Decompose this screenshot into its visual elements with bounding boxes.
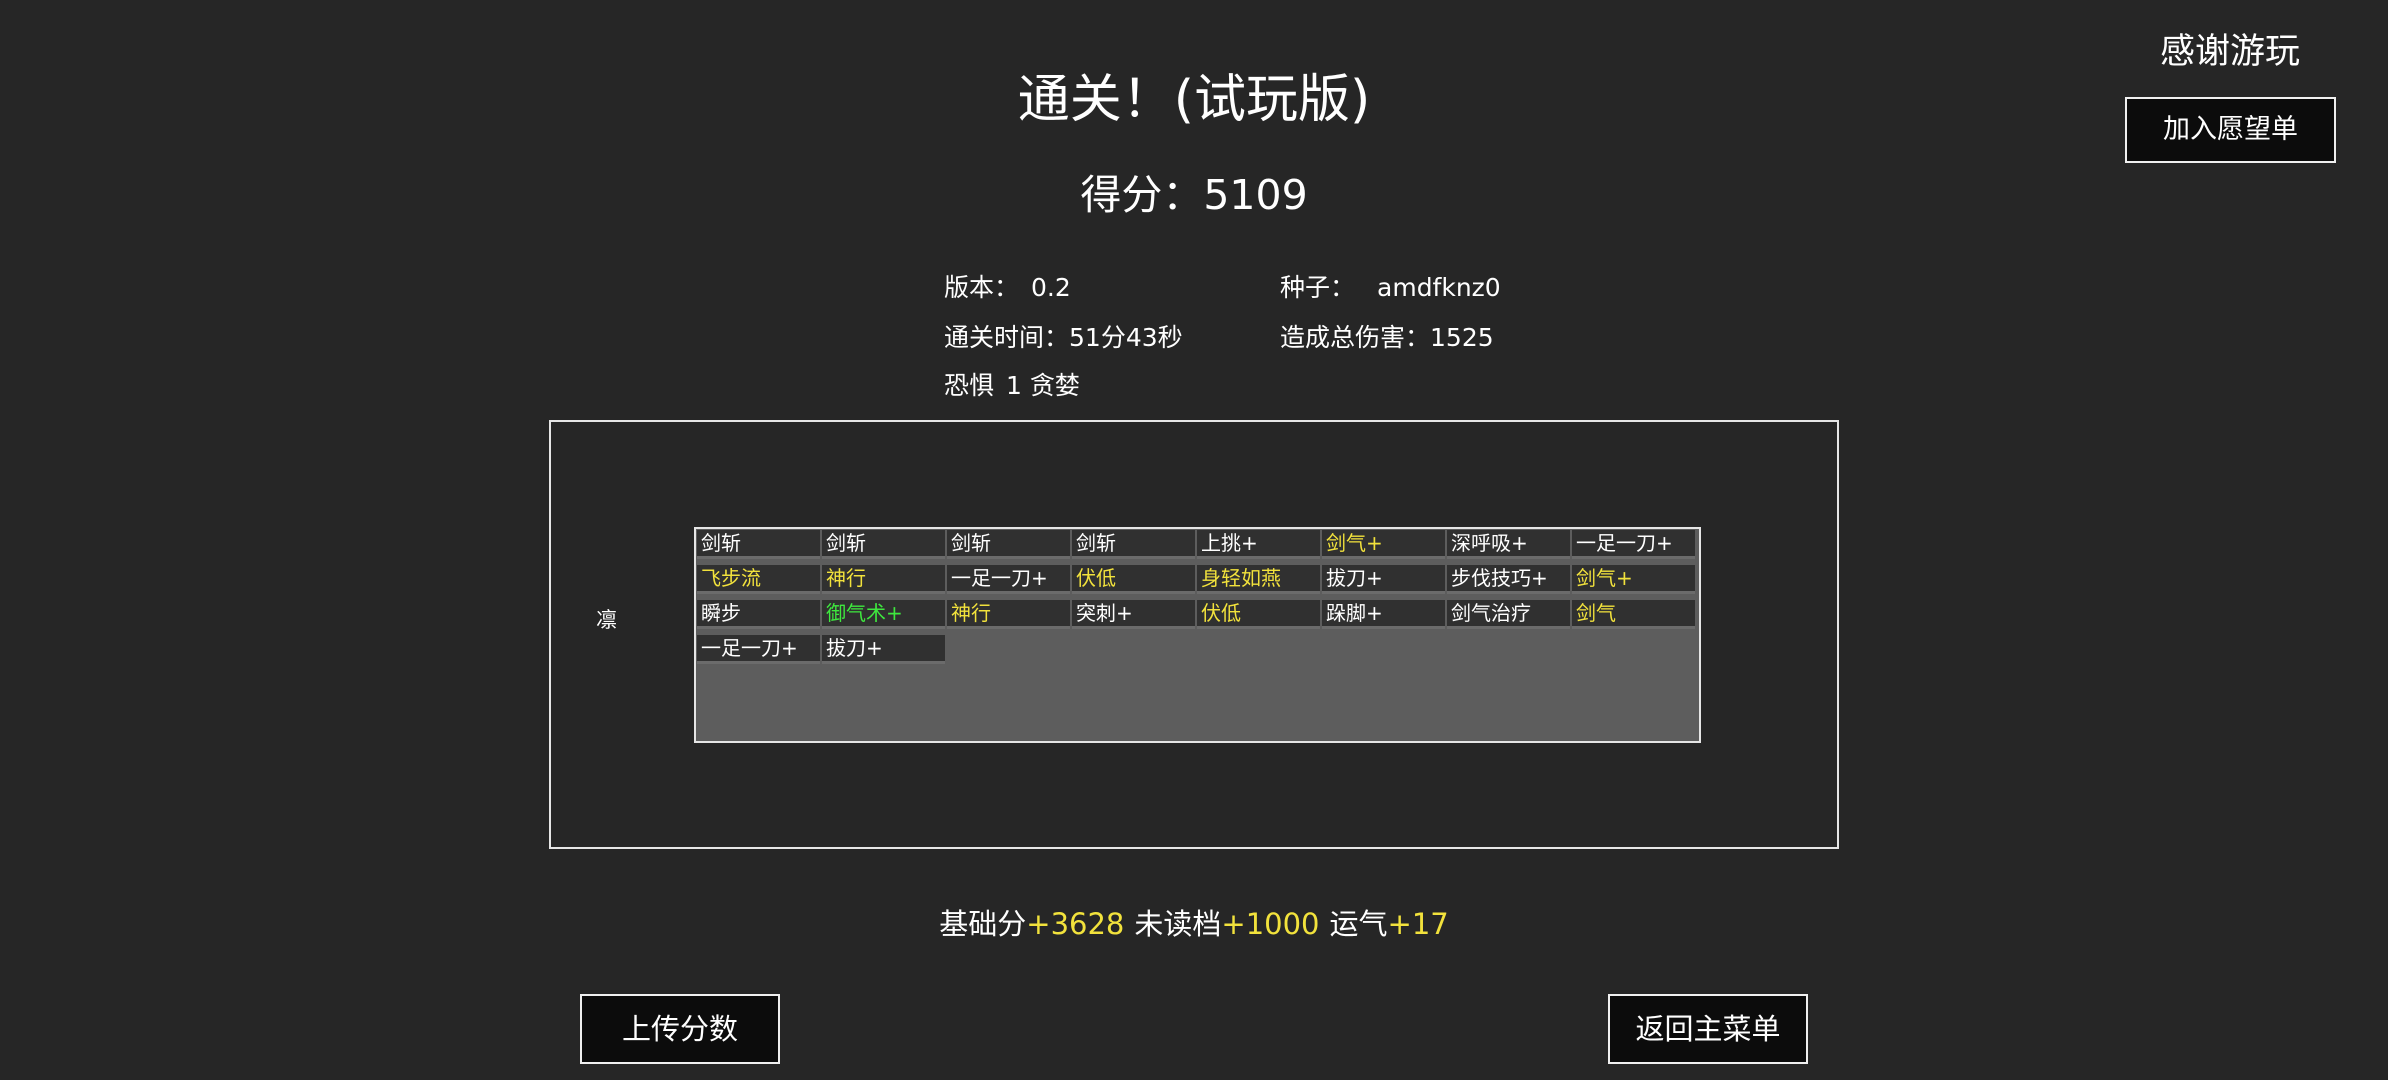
deck-card[interactable]: 御气术+: [822, 600, 945, 629]
clear-time-value: 51分43秒: [1069, 323, 1183, 352]
fear-label: 恐惧: [944, 371, 995, 400]
deck-card[interactable]: 伏低: [1197, 600, 1320, 629]
no-reload-label: 未读档: [1134, 907, 1222, 941]
base-score-value: +3628: [1026, 907, 1125, 941]
deck-card[interactable]: 剑气+: [1322, 530, 1445, 559]
deck-card[interactable]: 剑气治疗: [1447, 600, 1570, 629]
seed-value: amdfknz0: [1377, 273, 1501, 302]
add-to-wishlist-button[interactable]: 加入愿望单: [2125, 97, 2336, 163]
deck-card[interactable]: 上挑+: [1197, 530, 1320, 559]
deck-card[interactable]: 飞步流: [697, 565, 820, 594]
seed-label: 种子：: [1280, 273, 1356, 302]
score-value: 5109: [1203, 171, 1308, 219]
clear-time-label: 通关时间：: [944, 323, 1070, 352]
page-title: 通关！(试玩版): [1017, 70, 1371, 130]
deck-card[interactable]: 剑斩: [1072, 530, 1195, 559]
version-value: 0.2: [1031, 273, 1071, 302]
deck-card[interactable]: 瞬步: [697, 600, 820, 629]
deck-card[interactable]: 剑斩: [697, 530, 820, 559]
deck-card[interactable]: 剑气+: [1572, 565, 1695, 594]
deck-card-list: 剑斩 剑斩 剑斩 剑斩 上挑+ 剑气+ 深呼吸+ 一足一刀+ 飞步流 神行 一足一刀+ 伏低 身轻如燕拔…: [697, 530, 1695, 741]
deck-card[interactable]: 一足一刀+: [1572, 530, 1695, 559]
total-damage-label: 造成总伤害：: [1280, 323, 1431, 352]
deck-card-grid: 剑斩 剑斩 剑斩 剑斩 上挑+ 剑气+ 深呼吸+ 一足一刀+ 飞步流 神行 一足一刀+ 伏低 身轻如燕拔…: [694, 527, 1701, 743]
score-breakdown: 基础分+3628 未读档+1000 运气+17: [0, 900, 2388, 948]
deck-card[interactable]: 神行: [822, 565, 945, 594]
thanks-text: 感谢游玩: [2159, 32, 2300, 72]
deck-card[interactable]: 剑斩: [947, 530, 1070, 559]
seed-info: 种子： amdfknz0: [1280, 268, 1501, 308]
total-damage-info: 造成总伤害：1525: [1280, 318, 1494, 358]
version-label: 版本：: [944, 273, 1020, 302]
fear-info: 恐惧 1 贪婪: [944, 366, 1080, 406]
score-line: 得分：5109: [0, 162, 2388, 228]
deck-card[interactable]: 突刺+: [1072, 600, 1195, 629]
deck-card[interactable]: 拔刀+: [822, 635, 945, 664]
deck-card[interactable]: 神行: [947, 600, 1070, 629]
luck-value: +17: [1387, 907, 1449, 941]
return-main-menu-button[interactable]: 返回主菜单: [1608, 994, 1808, 1064]
upload-score-button[interactable]: 上传分数: [580, 994, 780, 1064]
no-reload-value: +1000: [1221, 907, 1320, 941]
deck-card[interactable]: 剑气: [1572, 600, 1695, 629]
deck-card[interactable]: 一足一刀+: [947, 565, 1070, 594]
clear-time-info: 通关时间：51分43秒: [944, 318, 1183, 358]
deck-card[interactable]: 身轻如燕: [1197, 565, 1320, 594]
luck-label: 运气: [1329, 907, 1388, 941]
deck-card[interactable]: 剑斩: [822, 530, 945, 559]
character-name: 凛: [596, 608, 617, 632]
version-info: 版本： 0.2: [944, 268, 1071, 308]
deck-card[interactable]: 拔刀+: [1322, 565, 1445, 594]
fear-value: 1 贪婪: [1006, 371, 1080, 400]
deck-card[interactable]: 深呼吸+: [1447, 530, 1570, 559]
total-damage-value: 1525: [1430, 323, 1494, 352]
score-label: 得分：: [1080, 171, 1204, 219]
deck-card[interactable]: 步伐技巧+: [1447, 565, 1570, 594]
deck-card[interactable]: 一足一刀+: [697, 635, 820, 664]
deck-card[interactable]: 跺脚+: [1322, 600, 1445, 629]
deck-card[interactable]: 伏低: [1072, 565, 1195, 594]
base-score-label: 基础分: [939, 907, 1027, 941]
